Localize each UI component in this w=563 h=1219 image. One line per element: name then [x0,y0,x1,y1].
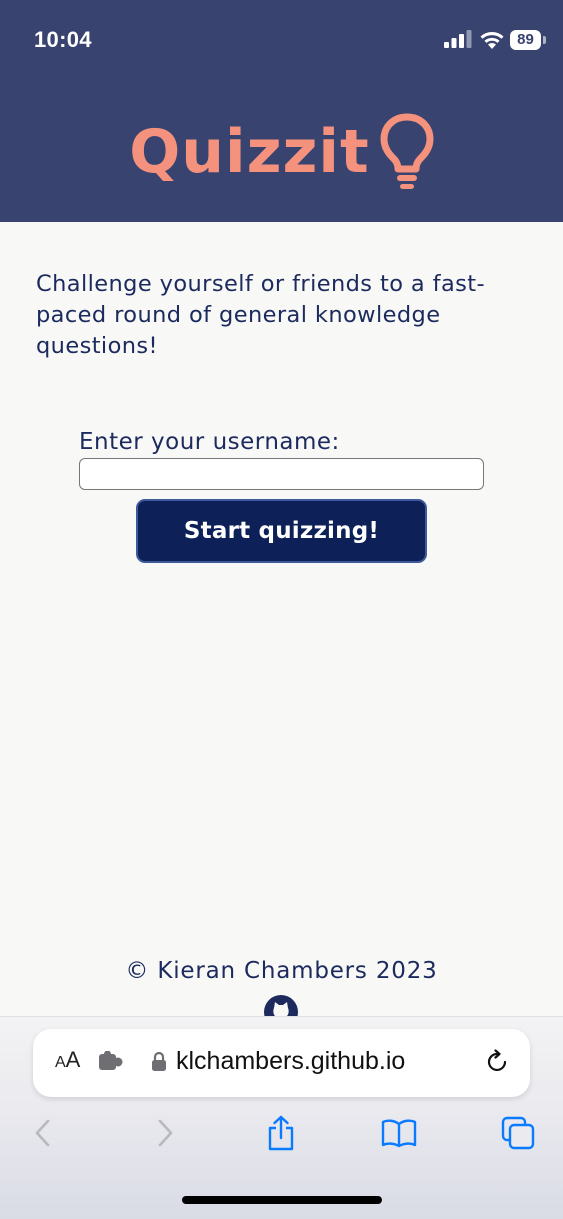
footer-copyright: © Kieran Chambers 2023 [125,958,438,984]
tabs-button[interactable] [498,1113,538,1153]
reload-icon[interactable] [484,1049,510,1075]
text-size-small-glyph: A [55,1054,66,1071]
tabs-icon [501,1116,535,1150]
logo: Quizzit [0,104,563,200]
text-size-large-glyph: A [65,1047,81,1072]
forward-icon [158,1119,173,1147]
battery-nub [543,36,546,44]
extension-icon[interactable] [98,1051,124,1073]
share-icon [268,1115,294,1151]
browser-bar: AA klchambers.github.io [0,1016,563,1219]
start-quizzing-button[interactable]: Start quizzing! [136,499,427,563]
lock-icon [152,1051,166,1071]
battery-indicator: 89 [510,30,546,50]
battery-level: 89 [510,30,541,50]
lightbulb-icon [380,113,434,189]
intro-text: Challenge yourself or friends to a fast-… [36,271,486,359]
cellular-signal-icon [444,30,472,48]
wifi-icon [480,32,504,49]
bookmarks-button[interactable] [379,1113,419,1153]
url-text[interactable]: klchambers.github.io [176,1047,405,1076]
status-time: 10:04 [34,27,92,52]
bookmarks-icon [381,1119,417,1148]
back-icon [35,1119,50,1147]
browser-toolbar [0,1113,563,1157]
back-button[interactable] [23,1113,63,1153]
status-bar: 10:04 89 [0,0,563,84]
address-bar[interactable]: AA klchambers.github.io [33,1029,530,1097]
username-label: Enter your username: [79,429,340,455]
share-button[interactable] [261,1113,301,1153]
header: 10:04 89 Quizzit [0,0,563,222]
text-size-button[interactable]: AA [55,1047,80,1073]
username-input[interactable] [79,458,484,490]
forward-button[interactable] [145,1113,185,1153]
logo-text: Quizzit [129,117,370,187]
home-indicator [182,1196,382,1204]
